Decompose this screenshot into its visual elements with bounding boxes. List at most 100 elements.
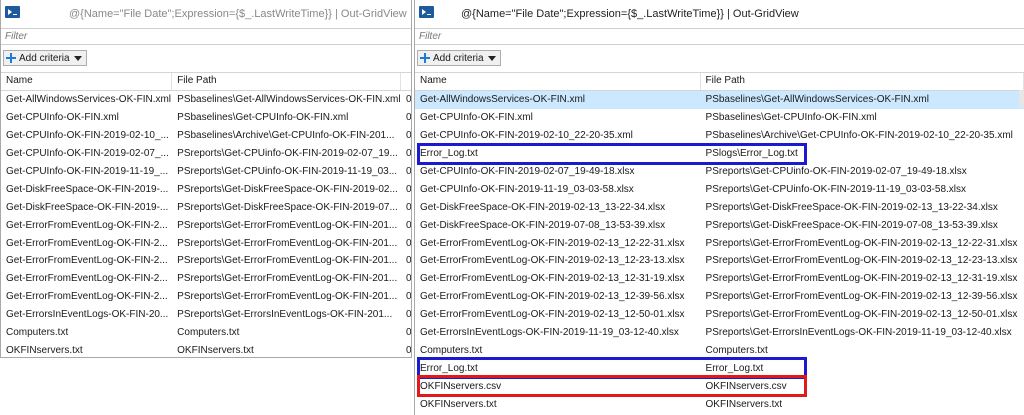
row-file-path-cell: PSreports\Get-ErrorsInEventLogs-OK-FIN-2… [705,327,1012,339]
left-add-criteria-button[interactable]: Add criteria [3,50,87,66]
row-file-path-cell: PSreports\Get-ErrorFromEventLog-OK-FIN-2… [705,309,1018,321]
row-file-path-cell: PSreports\Get-ErrorFromEventLog-OK-FIN-2… [177,219,398,231]
row-name-cell: Get-DiskFreeSpace-OK-FIN-2019-02-13_13-2… [420,201,666,213]
left-grid-window: @{Name="File Date";Expression={$_.LastWr… [0,0,412,358]
table-row[interactable]: Get-ErrorFromEventLog-OK-FIN-2019-02-13_… [415,288,1024,306]
right-title-bar[interactable]: @{Name="File Date";Expression={$_.LastWr… [415,0,1024,28]
right-col-header-name[interactable]: Name [415,73,701,90]
row-name-cell: Get-CPUInfo-OK-FIN-2019-02-07_19-49-18.x… [420,166,635,177]
row-file-path-cell: PSreports\Get-ErrorFromEventLog-OK-FIN-2… [177,255,398,267]
table-row[interactable]: Error_Log.txt PSlogs\Error_Log.txt [415,145,1024,163]
row-name-cell: Error_Log.txt [420,148,478,160]
table-row[interactable]: Error_Log.txt Error_Log.txt [415,359,1024,377]
table-row[interactable]: Get-DiskFreeSpace-OK-FIN-2019-02-13_13-2… [415,198,1024,216]
row-name-cell: Get-ErrorsInEventLogs-OK-FIN-2019-11-19_… [420,327,679,339]
table-row[interactable]: Get-ErrorFromEventLog-OK-FIN-2... PSrepor… [1,270,411,288]
row-file-path-cell: PSreports\Get-ErrorFromEventLog-OK-FIN-2… [705,273,1018,285]
row-name-cell: Get-ErrorFromEventLog-OK-FIN-2... [6,255,168,267]
right-filter-input[interactable] [415,29,1024,44]
table-row[interactable]: Computers.txt Computers.txt [415,341,1024,359]
table-row[interactable]: Get-ErrorFromEventLog-OK-FIN-2... PSrepor… [1,252,411,270]
table-row[interactable]: Get-ErrorFromEventLog-OK-FIN-2019-02-13_… [415,306,1024,324]
row-extra-cell: 0 [401,220,411,231]
row-extra-cell: 0 [401,166,411,177]
row-extra-cell: 0 [401,238,411,249]
right-grid-header: Name File Path [415,72,1024,91]
left-title-bar[interactable]: @{Name="File Date";Expression={$_.LastWr… [1,0,411,28]
left-col-header-file-path[interactable]: File Path [172,73,402,90]
row-name-cell: OKFINservers.txt [420,398,497,410]
left-add-criteria-label: Add criteria [19,52,70,64]
row-file-path-cell: OKFINservers.txt [177,344,254,356]
table-row[interactable]: Get-DiskFreeSpace-OK-FIN-2019-... PSrepor… [1,198,411,216]
table-row[interactable]: Get-CPUInfo-OK-FIN-2019-11-19_... PSrepor… [1,163,411,181]
row-file-path-cell: PSbaselines\Archive\Get-CPUInfo-OK-FIN-2… [177,130,395,142]
table-row[interactable]: Get-ErrorFromEventLog-OK-FIN-2019-02-13_… [415,252,1024,270]
table-row[interactable]: Get-ErrorFromEventLog-OK-FIN-2... PSrepor… [1,234,411,252]
table-row[interactable]: OKFINservers.txt OKFINservers.txt 0 [1,341,411,357]
table-row[interactable]: Get-CPUInfo-OK-FIN-2019-02-10_22-20-35.x… [415,127,1024,145]
row-extra-cell: 0 [401,112,411,123]
table-row[interactable]: Get-CPUInfo-OK-FIN-2019-02-10_... PSbasel… [1,127,411,145]
row-extra-cell: 0 [401,327,411,338]
row-extra-cell: 0 [401,148,411,159]
left-filter-input[interactable] [1,29,411,44]
row-file-path-cell: Computers.txt [705,344,768,356]
row-name-cell: Computers.txt [6,327,69,339]
row-name-cell: Get-ErrorFromEventLog-OK-FIN-2019-02-13_… [420,237,685,249]
table-row[interactable]: OKFINservers.txt OKFINservers.txt [415,395,1024,413]
row-file-path-cell: PSreports\Get-ErrorFromEventLog-OK-FIN-2… [705,237,1018,249]
row-file-path-cell: PSreports\Get-DiskFreeSpace-OK-FIN-2019-… [705,219,998,231]
table-row[interactable]: Get-AllWindowsServices-OK-FIN.xml PSbasel… [415,91,1024,109]
row-file-path-cell: PSreports\Get-DiskFreeSpace-OK-FIN-2019-… [705,201,998,213]
row-extra-cell: 0 [401,184,411,195]
table-row[interactable]: Get-AllWindowsServices-OK-FIN.xml PSbasel… [1,91,411,109]
right-col-header-file-path[interactable]: File Path [701,73,1024,90]
plus-icon [420,53,430,63]
row-name-cell: Get-DiskFreeSpace-OK-FIN-2019-07-08_13-5… [420,219,666,231]
powershell-icon [419,6,434,18]
table-row[interactable]: Get-CPUInfo-OK-FIN-2019-02-07_19-49-18.x… [415,163,1024,181]
table-row[interactable]: OKFINservers.csv OKFINservers.csv [415,377,1024,395]
row-name-cell: Get-ErrorFromEventLog-OK-FIN-2019-02-13_… [420,273,685,285]
row-file-path-cell: PSbaselines\Get-AllWindowsServices-OK-FI… [177,94,401,106]
row-name-cell: OKFINservers.txt [6,344,83,356]
row-name-cell: Get-CPUInfo-OK-FIN-2019-02-10_... [6,130,169,142]
right-grid-rows: Get-AllWindowsServices-OK-FIN.xml PSbasel… [415,91,1024,413]
row-file-path-cell: PSreports\Get-DiskFreeSpace-OK-FIN-2019-… [177,201,398,213]
row-name-cell: OKFINservers.csv [420,380,502,392]
dropdown-arrow-icon [73,55,82,61]
row-file-path-cell: PSbaselines\Get-CPUInfo-OK-FIN.xml [705,112,877,124]
table-row[interactable]: Get-CPUInfo-OK-FIN-2019-02-07_... PSrepor… [1,145,411,163]
left-col-header-name[interactable]: Name [1,73,173,90]
left-col-header-extra[interactable] [401,73,411,90]
table-row[interactable]: Get-ErrorsInEventLogs-OK-FIN-20... PSrepo… [1,306,411,324]
row-file-path-cell: OKFINservers.csv [705,380,787,392]
row-name-cell: Computers.txt [420,344,483,356]
table-row[interactable]: Get-ErrorFromEventLog-OK-FIN-2... PSrepor… [1,288,411,306]
row-name-cell: Get-ErrorFromEventLog-OK-FIN-2... [6,219,168,231]
row-name-cell: Get-CPUInfo-OK-FIN-2019-11-19_... [6,166,169,177]
table-row[interactable]: Get-DiskFreeSpace-OK-FIN-2019-... PSrepor… [1,180,411,198]
right-data-grid: Name File Path Get-AllWindowsServices-OK… [415,72,1024,413]
table-row[interactable]: Get-CPUInfo-OK-FIN-2019-11-19_03-03-58.x… [415,180,1024,198]
table-row[interactable]: Get-ErrorFromEventLog-OK-FIN-2... PSrepor… [1,216,411,234]
table-row[interactable]: Computers.txt Computers.txt 0 [1,324,411,342]
row-file-path-cell: PSbaselines\Get-CPUInfo-OK-FIN.xml [177,112,349,124]
right-add-criteria-button[interactable]: Add criteria [417,50,501,66]
row-file-path-cell: PSbaselines\Archive\Get-CPUInfo-OK-FIN-2… [705,130,1013,142]
table-row[interactable]: Get-DiskFreeSpace-OK-FIN-2019-07-08_13-5… [415,216,1024,234]
left-grid-header: Name File Path [1,72,411,91]
table-row[interactable]: Get-ErrorFromEventLog-OK-FIN-2019-02-13_… [415,270,1024,288]
row-file-path-cell: Error_Log.txt [705,362,764,374]
row-name-cell: Get-ErrorFromEventLog-OK-FIN-2019-02-13_… [420,309,685,321]
right-grid-window: @{Name="File Date";Expression={$_.LastWr… [414,0,1024,415]
table-row[interactable]: Get-ErrorsInEventLogs-OK-FIN-2019-11-19_… [415,324,1024,342]
table-row[interactable]: Get-CPUInfo-OK-FIN.xml PSbaselines\Get-CP… [1,109,411,127]
row-name-cell: Get-CPUInfo-OK-FIN-2019-02-07_... [6,148,169,160]
row-extra-cell: 0 [401,309,411,320]
right-filter-bar [415,28,1024,45]
plus-icon [6,53,16,63]
table-row[interactable]: Get-ErrorFromEventLog-OK-FIN-2019-02-13_… [415,234,1024,252]
table-row[interactable]: Get-CPUInfo-OK-FIN.xml PSbaselines\Get-CP… [415,109,1024,127]
